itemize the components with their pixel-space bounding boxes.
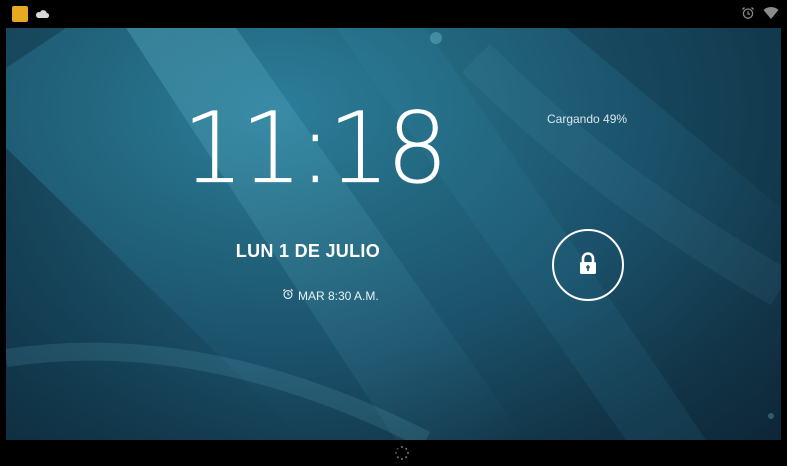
unlock-handle[interactable] [552, 229, 624, 301]
alarm-clock-icon [282, 288, 294, 303]
cloud-icon [34, 6, 50, 22]
app-notification-icon [12, 6, 28, 22]
system-icons [741, 6, 779, 25]
status-bar [0, 0, 787, 28]
wifi-icon [763, 6, 779, 25]
date-label: LUN 1 DE JULIO [235, 241, 380, 261]
notification-icons [12, 6, 50, 22]
lockscreen-wallpaper: 11:18 LUN 1 DE JULIO MAR 8:30 A.M. Carga… [6, 28, 781, 440]
clock-time: 11:18 [182, 92, 449, 206]
alarm-text: MAR 8:30 A.M. [298, 288, 379, 303]
charging-status: Cargando 49% [547, 112, 628, 126]
loading-spinner-icon [394, 445, 410, 466]
next-alarm: MAR 8:30 A.M. [282, 288, 379, 303]
wallpaper-streaks [6, 28, 781, 440]
alarm-icon [741, 6, 755, 25]
lock-icon [577, 251, 599, 280]
